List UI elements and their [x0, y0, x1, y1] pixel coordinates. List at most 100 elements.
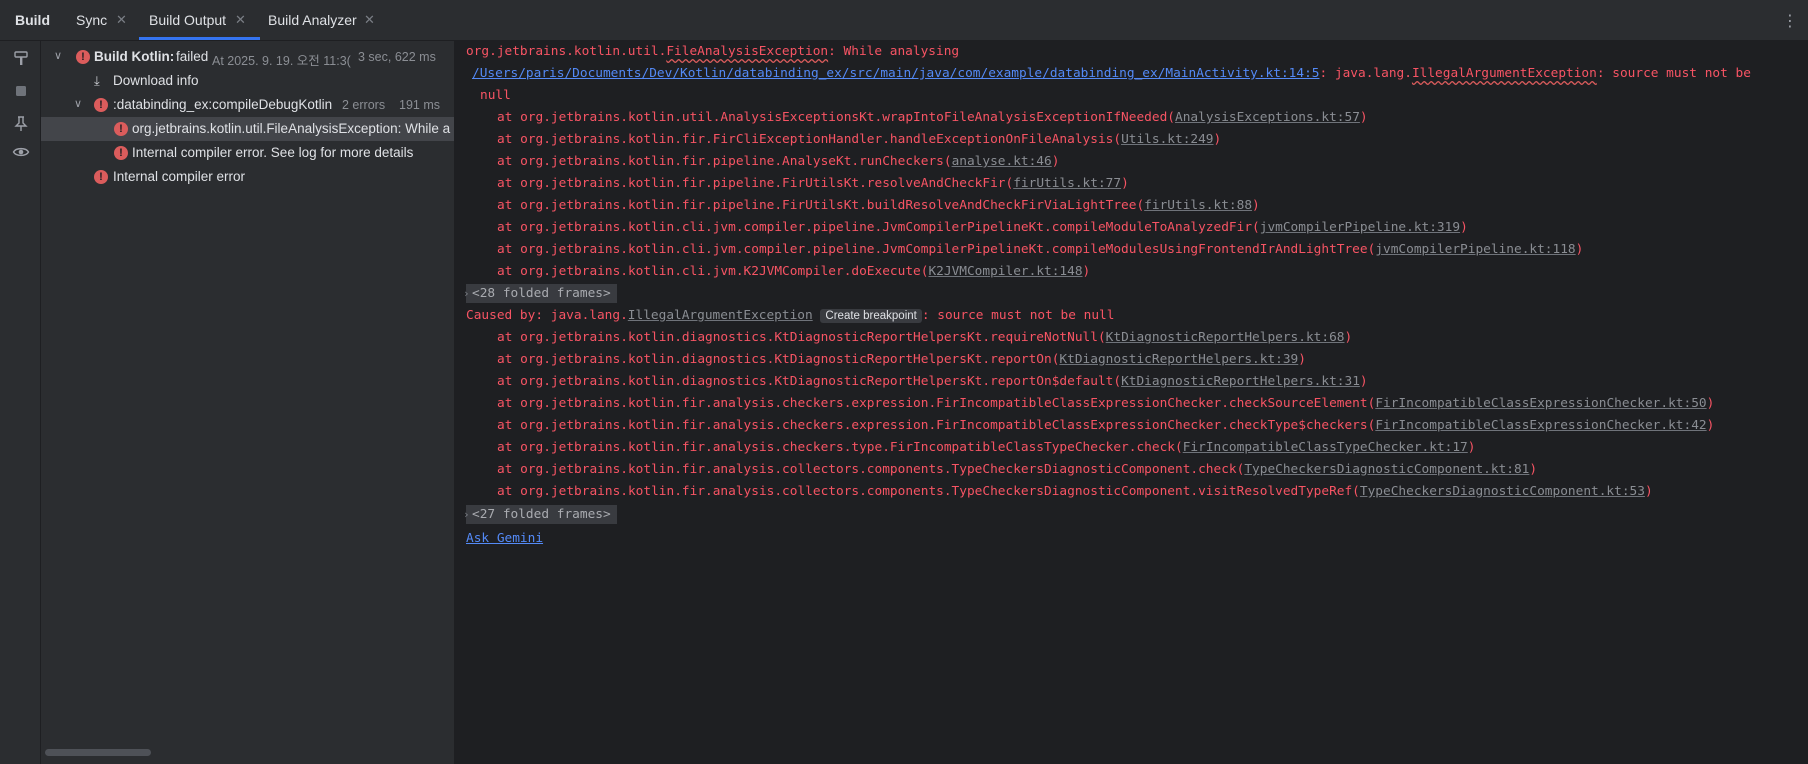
stack-frame-text: at org.jetbrains.kotlin.cli.jvm.K2JVMCom…: [497, 264, 929, 279]
close-icon[interactable]: ✕: [235, 0, 246, 40]
chevron-right-icon[interactable]: ›: [463, 283, 470, 305]
more-options-icon[interactable]: ⋮: [1782, 11, 1798, 31]
tab-sync[interactable]: Sync ✕: [76, 0, 127, 40]
console-text: : While analysing: [828, 44, 960, 59]
stack-frame-text: ): [1359, 110, 1368, 125]
error-count: 2 errors: [342, 98, 386, 112]
stack-frame-link[interactable]: FirIncompatibleClassExpressionChecker.kt…: [1375, 396, 1706, 411]
console-output: org.jetbrains.kotlin.util.FileAnalysisEx…: [455, 41, 1794, 764]
eye-icon[interactable]: [12, 143, 30, 161]
stack-frame-link[interactable]: jvmCompilerPipeline.kt:319: [1260, 220, 1460, 235]
tab-label: Build Output: [149, 12, 227, 28]
close-icon[interactable]: ✕: [364, 0, 375, 40]
hammer-icon[interactable]: [12, 49, 30, 67]
stack-frame-text: at org.jetbrains.kotlin.diagnostics.KtDi…: [497, 330, 1106, 345]
stack-frame-link[interactable]: K2JVMCompiler.kt:148: [928, 264, 1082, 279]
stack-frame-text: ): [1213, 132, 1222, 147]
console-line: null: [480, 88, 511, 103]
exception-class-link[interactable]: IllegalArgumentException: [1412, 66, 1597, 81]
download-icon: ⤓: [94, 73, 100, 88]
stack-frame-line: at org.jetbrains.kotlin.diagnostics.KtDi…: [497, 327, 1352, 349]
stack-frame-text: at org.jetbrains.kotlin.cli.jvm.compiler…: [497, 220, 1260, 235]
tree-row-compile-task[interactable]: ∨ ! :databinding_ex:compileDebugKotlin 2…: [41, 93, 454, 117]
stack-frame-text: ): [1344, 330, 1353, 345]
stack-frame-text: ): [1644, 484, 1653, 499]
console-text: : source must not be null: [921, 308, 1115, 323]
stack-frame-text: at org.jetbrains.kotlin.diagnostics.KtDi…: [497, 374, 1122, 389]
source-file-link[interactable]: /Users/paris/Documents/Dev/Kotlin/databi…: [472, 66, 1319, 81]
folded-frames-row[interactable]: › <27 folded frames>: [463, 504, 617, 526]
stack-frame-text: ): [1121, 176, 1129, 191]
stack-frame-link[interactable]: analyse.kt:46: [952, 154, 1052, 169]
stack-frame-line: at org.jetbrains.kotlin.fir.pipeline.Fir…: [497, 195, 1260, 217]
error-icon: !: [94, 98, 108, 112]
ask-gemini-label[interactable]: Ask Gemini: [466, 531, 543, 546]
tab-label: Build Analyzer: [268, 12, 357, 28]
stack-frame-text: at org.jetbrains.kotlin.fir.analysis.col…: [497, 484, 1360, 499]
stack-frame-link[interactable]: KtDiagnosticReportHelpers.kt:68: [1106, 330, 1345, 345]
stack-frame-line: at org.jetbrains.kotlin.cli.jvm.compiler…: [497, 239, 1583, 261]
stack-frame-line: at org.jetbrains.kotlin.fir.analysis.col…: [497, 459, 1537, 481]
stack-frame-link[interactable]: KtDiagnosticReportHelpers.kt:31: [1121, 374, 1360, 389]
stack-frame-text: ): [1051, 154, 1060, 169]
stack-frame-line: at org.jetbrains.kotlin.fir.FirCliExcept…: [497, 129, 1221, 151]
stack-frame-text: at org.jetbrains.kotlin.fir.analysis.che…: [497, 396, 1376, 411]
tree-row-build-kotlin[interactable]: ∨ ! Build Kotlin: failed At 2025. 9. 19.…: [41, 45, 454, 69]
ask-gemini-link[interactable]: Ask Gemini: [466, 528, 543, 550]
stack-frame-line: at org.jetbrains.kotlin.fir.pipeline.Ana…: [497, 151, 1059, 173]
tree-row-download-info[interactable]: ⤓ Download info: [41, 69, 454, 93]
stack-frame-text: ): [1082, 264, 1091, 279]
stack-frame-text: at org.jetbrains.kotlin.fir.analysis.col…: [497, 462, 1245, 477]
stack-frame-link[interactable]: KtDiagnosticReportHelpers.kt:39: [1059, 352, 1298, 367]
tab-build-analyzer[interactable]: Build Analyzer ✕: [268, 0, 375, 40]
stack-frame-line: at org.jetbrains.kotlin.fir.analysis.che…: [497, 437, 1475, 459]
stack-frame-link[interactable]: firUtils.kt:88: [1144, 198, 1252, 213]
chevron-down-icon[interactable]: ∨: [74, 97, 82, 110]
create-breakpoint-tooltip[interactable]: Create breakpoint: [820, 309, 922, 323]
stack-frame-text: ): [1706, 418, 1715, 433]
tree-row-internal-compiler-error[interactable]: ! Internal compiler error: [41, 165, 454, 189]
folded-frames-row[interactable]: › <28 folded frames>: [463, 283, 617, 305]
tree-row-label: Build Kotlin:: [94, 49, 175, 64]
stack-frame-text: at org.jetbrains.kotlin.cli.jvm.compiler…: [497, 242, 1376, 257]
tree-row-internal-error-log[interactable]: ! Internal compiler error. See log for m…: [41, 141, 454, 165]
stack-frame-line: at org.jetbrains.kotlin.fir.analysis.che…: [497, 393, 1714, 415]
exception-class-link[interactable]: IllegalArgumentException: [628, 308, 813, 323]
stack-frame-link[interactable]: Utils.kt:249: [1121, 132, 1213, 147]
tab-build-output[interactable]: Build Output ✕: [138, 0, 261, 40]
build-timestamp: At 2025. 9. 19. 오전 11:3(: [212, 54, 351, 68]
stack-frame-text: at org.jetbrains.kotlin.fir.analysis.che…: [497, 418, 1376, 433]
stack-frame-text: at org.jetbrains.kotlin.fir.pipeline.Fir…: [497, 198, 1145, 213]
stack-frame-link[interactable]: TypeCheckersDiagnosticComponent.kt:81: [1244, 462, 1529, 477]
pin-icon[interactable]: [12, 115, 30, 133]
stack-frame-text: at org.jetbrains.kotlin.fir.pipeline.Fir…: [497, 176, 1014, 191]
folded-frames-label[interactable]: <28 folded frames>: [466, 284, 617, 303]
horizontal-scrollbar[interactable]: [45, 749, 151, 756]
stack-frame-link[interactable]: FirIncompatibleClassExpressionChecker.kt…: [1375, 418, 1706, 433]
vertical-scrollbar[interactable]: [1794, 41, 1808, 764]
tool-strip: [0, 41, 41, 764]
chevron-down-icon[interactable]: ∨: [54, 49, 62, 62]
exception-class-link[interactable]: FileAnalysisException: [666, 44, 828, 59]
stack-frame-link[interactable]: jvmCompilerPipeline.kt:118: [1375, 242, 1575, 257]
stack-frame-link[interactable]: firUtils.kt:77: [1013, 176, 1121, 191]
stack-frame-line: at org.jetbrains.kotlin.fir.analysis.che…: [497, 415, 1714, 437]
stop-icon[interactable]: [12, 82, 30, 100]
folded-frames-label[interactable]: <27 folded frames>: [466, 505, 617, 524]
task-duration: 191 ms: [399, 98, 440, 112]
tree-row-file-analysis-exception[interactable]: ! org.jetbrains.kotlin.util.FileAnalysis…: [41, 117, 454, 141]
stack-frame-link[interactable]: TypeCheckersDiagnosticComponent.kt:53: [1360, 484, 1645, 499]
stack-frame-link[interactable]: FirIncompatibleClassTypeChecker.kt:17: [1183, 440, 1468, 455]
stack-frame-line: at org.jetbrains.kotlin.cli.jvm.compiler…: [497, 217, 1468, 239]
stack-frame-text: at org.jetbrains.kotlin.fir.analysis.che…: [497, 440, 1183, 455]
chevron-right-icon[interactable]: ›: [463, 504, 470, 526]
stack-frame-text: ): [1298, 352, 1306, 367]
stack-frame-text: ): [1252, 198, 1260, 213]
close-icon[interactable]: ✕: [116, 0, 127, 40]
stack-frame-text: at org.jetbrains.kotlin.util.AnalysisExc…: [497, 110, 1175, 125]
error-icon: !: [114, 122, 128, 136]
stack-frame-text: at org.jetbrains.kotlin.diagnostics.KtDi…: [497, 352, 1060, 367]
stack-frame-link[interactable]: AnalysisExceptions.kt:57: [1175, 110, 1360, 125]
error-icon: !: [114, 146, 128, 160]
build-tree: ∨ ! Build Kotlin: failed At 2025. 9. 19.…: [41, 41, 454, 764]
